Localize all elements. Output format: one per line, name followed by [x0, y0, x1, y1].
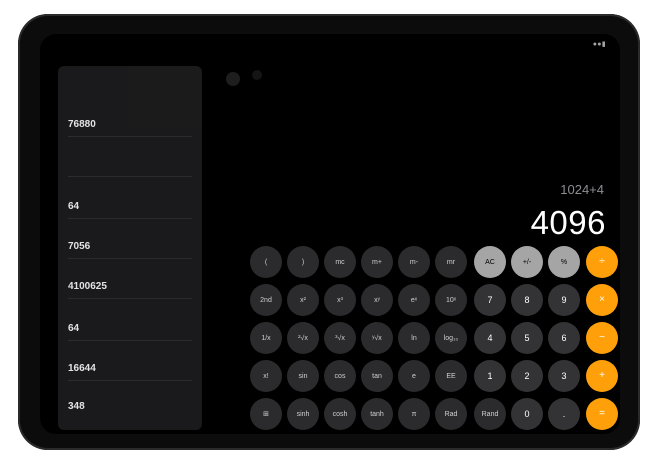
divider	[68, 218, 192, 219]
history-item[interactable]: 348	[68, 392, 188, 412]
keypad: () mc m+ m-mr AC +/-% ÷ 2nd x² x³ xʸ eˣ 10ˣ 7 8 9 × 1/x ²√…	[240, 246, 618, 434]
history-expression	[68, 110, 188, 119]
key-1-4[interactable]: eˣ	[398, 284, 430, 316]
key-1-1[interactable]: x²	[287, 284, 319, 316]
history-result: 76880	[68, 119, 96, 130]
key-0-3[interactable]: m+	[361, 246, 393, 278]
key-3-1[interactable]: sin	[287, 360, 319, 392]
history-result: 16644	[68, 363, 96, 374]
key-1-7[interactable]: 8	[511, 284, 543, 316]
history-result: 64	[68, 323, 80, 334]
calculator-screen: ●●▮ 76880 64 7056 4100625 64 16644 348 1…	[40, 34, 620, 434]
display-expression: 1024+4	[560, 182, 604, 197]
history-expression	[68, 232, 188, 241]
key-0-6[interactable]: AC	[474, 246, 506, 278]
history-item[interactable]: 64	[68, 314, 188, 334]
key-2-2[interactable]: ³√x	[324, 322, 356, 354]
key-4-3[interactable]: tanh	[361, 398, 393, 430]
key-3-4[interactable]: e	[398, 360, 430, 392]
key-0-7[interactable]: +/-	[511, 246, 543, 278]
key-0-0[interactable]: (	[250, 246, 282, 278]
history-result: 7056	[68, 241, 91, 252]
key-1-5[interactable]: 10ˣ	[435, 284, 467, 316]
divider	[68, 136, 192, 137]
key-0-9[interactable]: ÷	[586, 246, 618, 278]
key-2-9[interactable]: −	[586, 322, 618, 354]
key-2-4[interactable]: ln	[398, 322, 430, 354]
key-3-9[interactable]: +	[586, 360, 618, 392]
key-3-0[interactable]: x!	[250, 360, 282, 392]
key-0-5[interactable]: mr	[435, 246, 467, 278]
sidebar-toggle-icon[interactable]	[226, 72, 240, 86]
history-expression	[68, 354, 188, 363]
divider	[68, 298, 192, 299]
display-result: 4096	[530, 204, 606, 241]
history-expression	[68, 192, 188, 201]
key-4-7[interactable]: 0	[511, 398, 543, 430]
key-3-7[interactable]: 2	[511, 360, 543, 392]
key-3-3[interactable]: tan	[361, 360, 393, 392]
key-0-2[interactable]: mc	[324, 246, 356, 278]
key-1-9[interactable]: ×	[586, 284, 618, 316]
key-0-4[interactable]: m-	[398, 246, 430, 278]
history-item[interactable]: 4100625	[68, 272, 188, 292]
key-2-6[interactable]: 4	[474, 322, 506, 354]
history-item[interactable]: 76880	[68, 110, 188, 130]
key-3-2[interactable]: cos	[324, 360, 356, 392]
key-0-1[interactable]: )	[287, 246, 319, 278]
history-item[interactable]: 7056	[68, 232, 188, 252]
history-result: 4100625	[68, 281, 107, 292]
key-3-5[interactable]: EE	[435, 360, 467, 392]
key-2-5[interactable]: log₁₀	[435, 322, 467, 354]
key-2-3[interactable]: ʸ√x	[361, 322, 393, 354]
key-1-8[interactable]: 9	[548, 284, 580, 316]
key-1-6[interactable]: 7	[474, 284, 506, 316]
history-expression	[68, 150, 188, 159]
key-4-5[interactable]: Rad	[435, 398, 467, 430]
history-expression	[68, 314, 188, 323]
history-result: 348	[68, 401, 85, 412]
key-2-7[interactable]: 5	[511, 322, 543, 354]
key-3-6[interactable]: 1	[474, 360, 506, 392]
key-0-8[interactable]: %	[548, 246, 580, 278]
divider	[68, 176, 192, 177]
key-4-1[interactable]: sinh	[287, 398, 319, 430]
history-result: 64	[68, 201, 80, 212]
key-4-4[interactable]: π	[398, 398, 430, 430]
history-item[interactable]: 64	[68, 192, 188, 212]
key-4-6[interactable]: Rand	[474, 398, 506, 430]
divider	[68, 258, 192, 259]
key-2-0[interactable]: 1/x	[250, 322, 282, 354]
key-4-9[interactable]: =	[586, 398, 618, 430]
key-1-0[interactable]: 2nd	[250, 284, 282, 316]
history-expression	[68, 392, 188, 401]
key-4-2[interactable]: cosh	[324, 398, 356, 430]
key-2-1[interactable]: ²√x	[287, 322, 319, 354]
key-4-0[interactable]: ⊞	[250, 398, 282, 430]
key-1-2[interactable]: x³	[324, 284, 356, 316]
tablet-frame: ●●▮ 76880 64 7056 4100625 64 16644 348 1…	[18, 14, 640, 450]
key-4-8[interactable]: .	[548, 398, 580, 430]
history-sidebar: 76880 64 7056 4100625 64 16644 348	[58, 66, 202, 430]
divider	[68, 380, 192, 381]
status-bar-battery-icon: ●●▮	[592, 41, 606, 48]
key-3-8[interactable]: 3	[548, 360, 580, 392]
history-item[interactable]: 16644	[68, 354, 188, 374]
divider	[68, 340, 192, 341]
key-1-3[interactable]: xʸ	[361, 284, 393, 316]
history-item[interactable]	[68, 150, 188, 159]
more-icon[interactable]	[252, 70, 262, 80]
history-expression	[68, 272, 188, 281]
key-2-8[interactable]: 6	[548, 322, 580, 354]
